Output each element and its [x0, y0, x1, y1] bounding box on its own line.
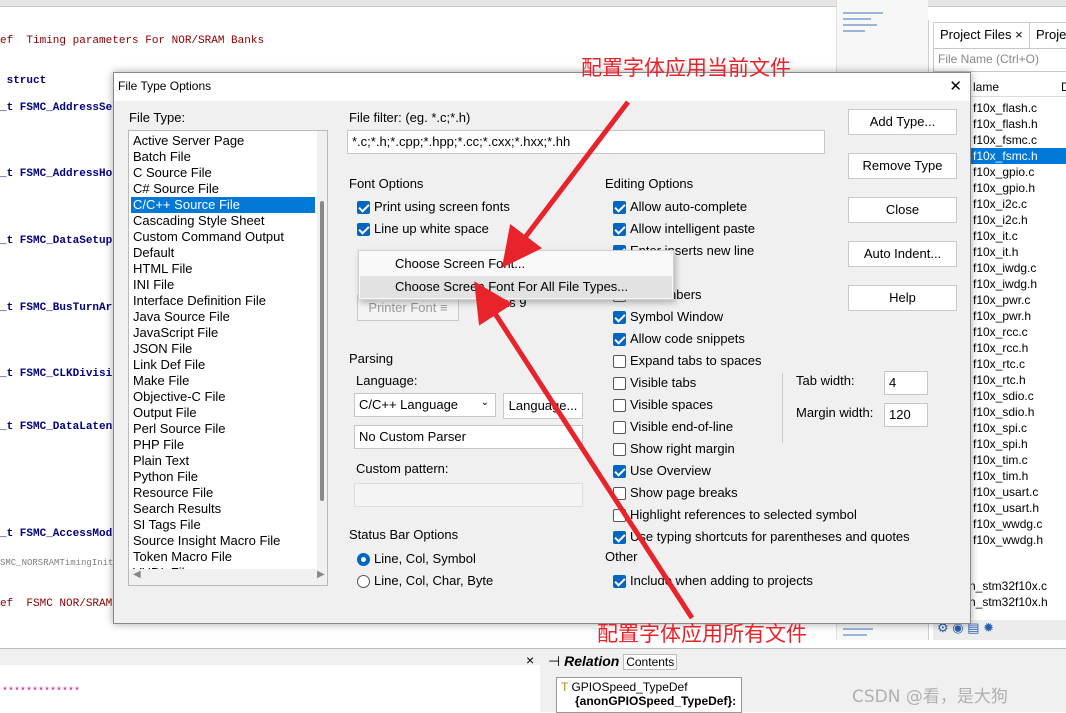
annotation-top: 配置字体应用当前文件 [581, 56, 791, 80]
arrow-to-screen-font [501, 100, 630, 268]
annotation-arrows [474, 100, 695, 620]
annotation-bottom: 配置字体应用所有文件 [597, 622, 807, 646]
watermark: CSDN @看，是大狗 [852, 687, 1008, 707]
arrow-to-screen-font-all [474, 281, 695, 620]
